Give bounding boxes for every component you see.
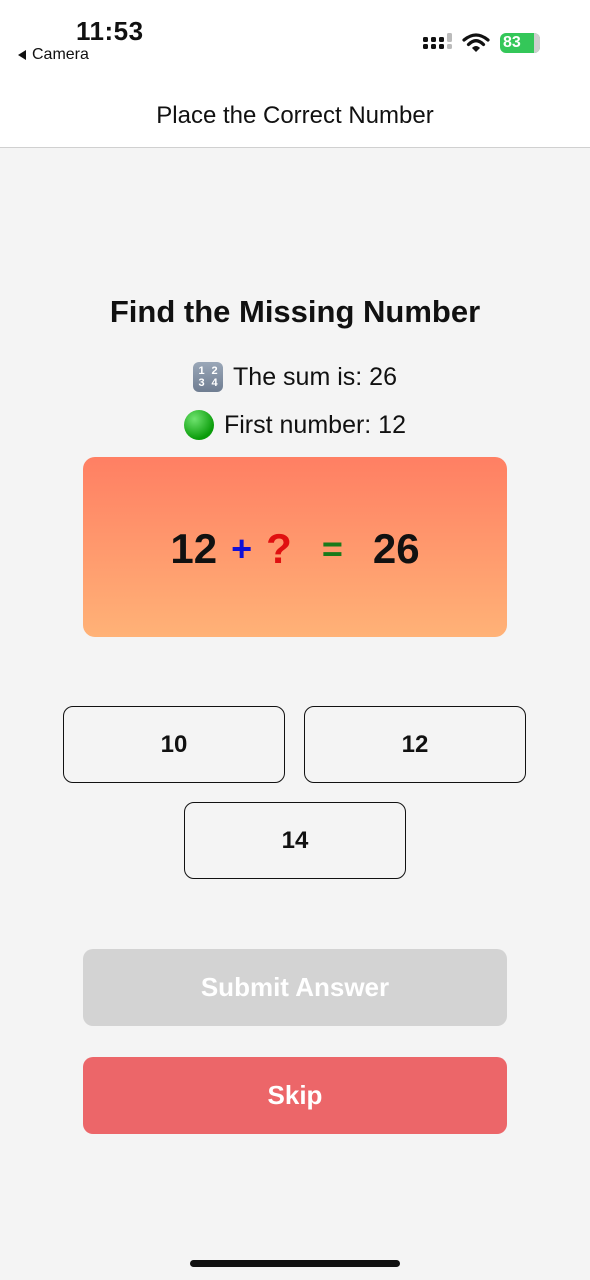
submit-answer-button[interactable]: Submit Answer xyxy=(83,949,507,1026)
missing-number: ? xyxy=(266,525,292,572)
equals-sign: = xyxy=(321,528,343,569)
status-time: 11:53 xyxy=(76,16,144,46)
sum-info: 1 2 3 4 The sum is: 26 xyxy=(0,362,590,392)
skip-button[interactable]: Skip xyxy=(83,1057,507,1134)
equation-card: 12 + ? = 26 xyxy=(83,457,507,637)
numbers-icon-digit: 1 xyxy=(198,365,205,377)
option-button[interactable]: 14 xyxy=(184,802,406,879)
numbers-icon-digit: 4 xyxy=(211,377,218,389)
back-arrow-icon xyxy=(18,50,26,60)
battery-level: 83 xyxy=(503,34,521,51)
battery-icon: 83 xyxy=(500,33,540,53)
nav-bar: Place the Correct Number xyxy=(0,80,590,148)
numbers-icon-digit: 3 xyxy=(198,377,205,389)
home-indicator[interactable] xyxy=(190,1260,400,1267)
first-number-info: First number: 12 xyxy=(0,410,590,440)
wifi-icon xyxy=(462,33,490,52)
option-button[interactable]: 12 xyxy=(304,706,526,783)
plus-operator: + xyxy=(231,528,253,569)
status-bar: 11:53 Camera 83 xyxy=(0,0,590,80)
back-to-camera-link[interactable]: Camera xyxy=(18,46,89,64)
equation: 12 + ? = 26 xyxy=(83,525,507,573)
first-number-text: First number: 12 xyxy=(223,410,406,439)
equation-first-number: 12 xyxy=(170,525,218,572)
numbers-icon: 1 2 3 4 xyxy=(193,362,224,392)
green-circle-icon xyxy=(183,410,214,440)
signal-icon xyxy=(423,33,452,49)
option-button[interactable]: 10 xyxy=(63,706,285,783)
equation-result: 26 xyxy=(372,525,420,572)
page-title: Place the Correct Number xyxy=(156,102,434,129)
back-label: Camera xyxy=(32,46,89,63)
puzzle-heading: Find the Missing Number xyxy=(109,294,481,329)
numbers-icon-digit: 2 xyxy=(211,365,218,377)
sum-text: The sum is: 26 xyxy=(233,362,397,391)
